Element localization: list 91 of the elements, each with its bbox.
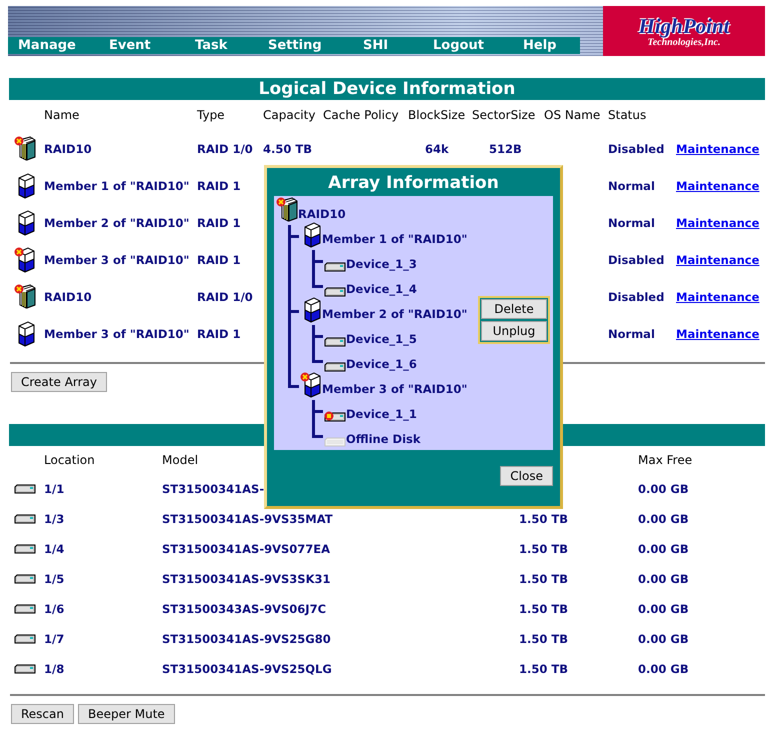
table-cell-text: Disabled bbox=[608, 288, 666, 306]
table-cell-text: 1.50 TB bbox=[519, 541, 569, 558]
table-cell-text: Disabled bbox=[608, 252, 666, 268]
maintenance-link[interactable]: Maintenance bbox=[676, 252, 760, 266]
table-cell-text: Normal bbox=[608, 214, 656, 232]
table-cell-text: 0.00 GB bbox=[638, 481, 690, 498]
menu-item[interactable]: Task bbox=[195, 37, 268, 54]
table-cell-text: 4.50 TB bbox=[263, 140, 313, 158]
table-cell-text: RAID 1/0 bbox=[197, 140, 254, 158]
delete-button[interactable]: Delete bbox=[481, 299, 547, 319]
maintenance-link[interactable]: Maintenance bbox=[676, 178, 760, 192]
tree-item[interactable]: Device_1_6 bbox=[346, 357, 417, 375]
table-cell-text: RAID10 bbox=[44, 140, 93, 158]
table-cell-text: 1.50 TB bbox=[519, 661, 569, 678]
tree-item[interactable]: Member 3 of "RAID10" bbox=[322, 382, 468, 400]
table-cell-text: 1.50 TB bbox=[519, 631, 569, 648]
table-cell-text: 0.00 GB bbox=[638, 511, 690, 528]
table-cell-text: Member 2 of "RAID10" bbox=[44, 214, 190, 232]
tree-item[interactable]: Device_1_3 bbox=[346, 257, 417, 275]
table-cell-text: 1.50 TB bbox=[519, 571, 569, 588]
table-cell-text: 0.00 GB bbox=[638, 571, 690, 588]
table-cell-text: RAID 1 bbox=[197, 326, 242, 342]
table-cell-text: Member 1 of "RAID10" bbox=[44, 178, 190, 194]
table-cell-text: ST31500341AS-9VS25QLG bbox=[162, 661, 333, 678]
table-cell-text: 0.00 GB bbox=[638, 631, 690, 648]
table-cell-text: Normal bbox=[608, 326, 656, 342]
table-cell-text: 0.00 GB bbox=[638, 541, 690, 558]
table-cell-text: 1/3 bbox=[44, 511, 66, 528]
menu-item[interactable]: Help bbox=[523, 37, 573, 54]
tree-item[interactable]: Device_1_5 bbox=[346, 332, 417, 350]
column-header: BlockSize bbox=[408, 107, 466, 124]
table-cell-text: 1/8 bbox=[44, 661, 66, 678]
menu-item[interactable]: Setting bbox=[268, 37, 363, 54]
column-header: Status bbox=[608, 107, 648, 124]
logo-subtitle: Technologies,Inc. bbox=[648, 36, 720, 48]
column-header: Capacity bbox=[263, 107, 316, 124]
menu-item[interactable]: Logout bbox=[433, 37, 523, 54]
column-header: SectorSize bbox=[472, 107, 536, 124]
table-cell-text: 1/1 bbox=[44, 481, 66, 498]
create-array-button[interactable]: Create Array bbox=[11, 372, 108, 392]
table-cell-text: 1/4 bbox=[44, 541, 66, 558]
tree-item[interactable]: RAID10 bbox=[298, 207, 346, 225]
table-cell-text: 1/5 bbox=[44, 571, 66, 588]
table-cell-text: ST31500343AS-9VS06J7C bbox=[162, 601, 328, 618]
table-cell-text: RAID10 bbox=[44, 288, 93, 306]
tree-item[interactable]: Member 2 of "RAID10" bbox=[322, 307, 468, 325]
table-cell-text: RAID 1/0 bbox=[197, 288, 254, 306]
table-cell-text: RAID 1 bbox=[197, 252, 242, 268]
maintenance-link[interactable]: Maintenance bbox=[676, 216, 760, 230]
column-header: Location bbox=[44, 452, 96, 469]
table-cell-text: Normal bbox=[608, 178, 656, 194]
table-cell-text: 0.00 GB bbox=[638, 661, 690, 678]
tree-item[interactable]: Device_1_1 bbox=[346, 407, 417, 425]
maintenance-link[interactable]: Maintenance bbox=[676, 142, 760, 156]
section-header: Logical Device Information bbox=[9, 78, 765, 100]
table-cell-text: 1/6 bbox=[44, 601, 66, 618]
column-header: Type bbox=[197, 107, 226, 124]
column-header: Max Free bbox=[638, 452, 694, 469]
logo-text: HighPoint bbox=[638, 14, 730, 36]
table-cell-text: 512B bbox=[488, 140, 523, 158]
menu-item[interactable]: Event bbox=[109, 37, 195, 54]
table-cell-text: ST31500341AS-9VS077EA bbox=[162, 541, 332, 558]
maintenance-link[interactable]: Maintenance bbox=[676, 326, 760, 340]
table-cell-text: ST31500341AS-9VS3SK31 bbox=[162, 571, 332, 588]
table-cell-text: ST31500341AS-9VS35MAT bbox=[162, 511, 334, 528]
table-cell-text: 0.00 GB bbox=[638, 601, 690, 618]
table-cell-text: RAID 1 bbox=[197, 214, 242, 232]
menu-item[interactable]: SHI bbox=[363, 37, 433, 54]
maintenance-link[interactable]: Maintenance bbox=[676, 290, 760, 304]
beeper-mute-button[interactable]: Beeper Mute bbox=[78, 704, 175, 724]
column-header: Name bbox=[44, 107, 80, 124]
table-cell-text: Member 3 of "RAID10" bbox=[44, 252, 190, 268]
table-cell-text: Disabled bbox=[608, 140, 666, 158]
tree-item[interactable]: Offline Disk bbox=[346, 432, 421, 450]
table-cell-text: 1.50 TB bbox=[519, 601, 569, 618]
menu-item[interactable]: Manage bbox=[18, 37, 109, 54]
tree-item[interactable]: Device_1_4 bbox=[346, 282, 417, 300]
close-button[interactable]: Close bbox=[500, 466, 553, 486]
column-header: Model bbox=[162, 452, 200, 469]
tree-item[interactable]: Member 1 of "RAID10" bbox=[322, 232, 468, 250]
table-cell-text: RAID 1 bbox=[197, 178, 242, 194]
column-header: OS Name bbox=[544, 107, 602, 124]
unplug-button[interactable]: Unplug bbox=[481, 321, 547, 341]
table-cell-text: 64k bbox=[424, 140, 450, 158]
dialog-title: Array Information bbox=[327, 172, 500, 195]
table-cell-text: ST31500341AS-9VS25G80 bbox=[162, 631, 332, 648]
table-cell-text: Member 3 of "RAID10" bbox=[44, 326, 190, 342]
rescan-button[interactable]: Rescan bbox=[11, 704, 74, 724]
column-header: Cache Policy bbox=[323, 107, 400, 124]
table-cell-text: 1.50 TB bbox=[519, 511, 569, 528]
table-cell-text: 1/7 bbox=[44, 631, 66, 648]
